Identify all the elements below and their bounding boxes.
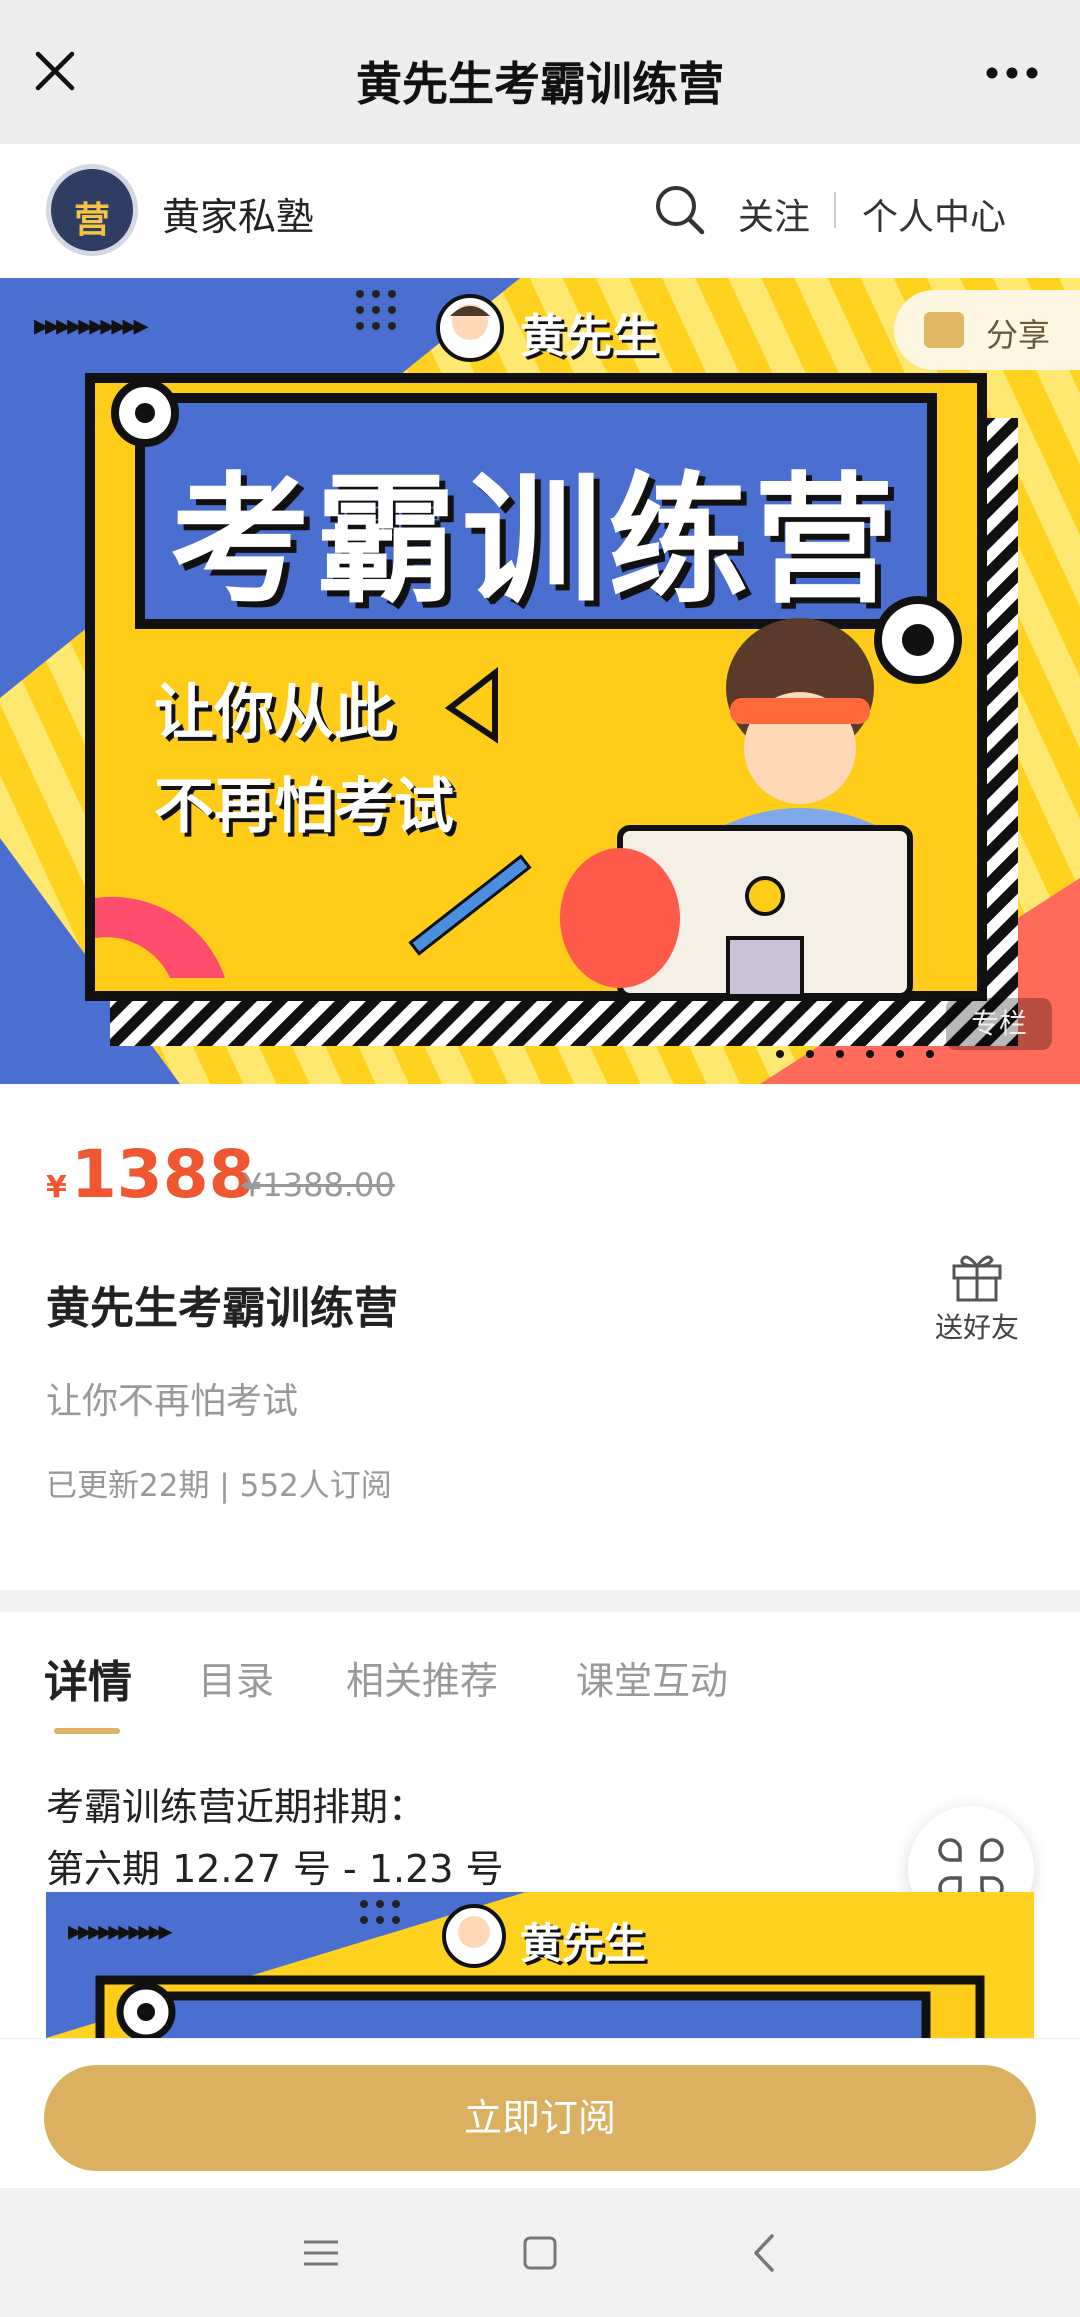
banner-presenter: 黄先生 [520,309,658,363]
banner-arrows: ▸▸▸▸▸▸▸▸▸▸ [34,308,149,343]
currency-symbol: ¥ [46,1170,67,1205]
active-tab-indicator [54,1728,120,1734]
original-price: ¥1388.00 [242,1166,395,1204]
shop-logo[interactable]: 营 [46,164,138,256]
follow-button[interactable]: 关注 [738,188,810,240]
share-label: 分享 [986,316,1051,354]
detail-banner-arrows: ▸▸▸▸▸▸▸▸▸▸ [68,1914,173,1947]
price-value: 1388 [70,1136,255,1213]
share-button[interactable]: 分享 [894,290,1080,370]
home-icon[interactable] [515,2228,565,2278]
detail-banner-image: ▸▸▸▸▸▸▸▸▸▸ 黄先生 [46,1892,1034,2038]
detail-text-line1: 考霸训练营近期排期： [46,1785,427,1829]
gift-label: 送好友 [934,1311,1019,1344]
column-tag: 专栏 [946,998,1052,1050]
gift-to-friend-button[interactable]: 送好友 [922,1250,1032,1350]
product-subtitle: 让你不再怕考试 [46,1381,299,1422]
gift-icon [952,1255,1002,1302]
subscribe-bar: 立即订阅 [0,2038,1080,2188]
section-divider [0,1590,1080,1612]
menu-icon[interactable] [296,2228,346,2278]
price: ¥1388 [46,1136,255,1213]
tab-catalog[interactable]: 目录 [198,1650,274,1705]
personal-center-link[interactable]: 个人中心 [862,188,1006,240]
shop-header: 营 黄家私塾 关注 个人中心 [0,144,1080,278]
shop-name[interactable]: 黄家私塾 [162,186,314,241]
tab-details[interactable]: 详情 [44,1646,132,1710]
back-icon[interactable] [740,2228,790,2278]
detail-text-line2: 第六期 12.27 号 - 1.23 号 [46,1847,504,1891]
page-title: 黄先生考霸训练营 [356,57,724,111]
more-options-icon[interactable] [982,58,1042,88]
divider [834,192,836,228]
tab-bar: 详情 目录 相关推荐 课堂互动 [0,1612,1080,1734]
banner-slogan-line2: 不再怕考试 [154,772,454,842]
share-icon [924,312,964,348]
system-nav-bar [0,2188,1080,2317]
tab-interaction[interactable]: 课堂互动 [576,1650,728,1705]
subscribe-button[interactable]: 立即订阅 [44,2065,1036,2171]
search-icon[interactable] [652,182,708,238]
tab-recommendations[interactable]: 相关推荐 [346,1650,498,1705]
banner-headline: 考霸训练营 [170,460,901,623]
product-meta: 已更新22期 | 552人订阅 [46,1468,392,1504]
product-title: 黄先生考霸训练营 [46,1283,398,1334]
detail-banner-presenter: 黄先生 [520,1919,647,1968]
banner-slogan-line1: 让你从此 [154,678,394,748]
shop-logo-text: 营 [73,200,110,241]
title-bar: 黄先生考霸训练营 [0,0,1080,144]
course-banner: ▸▸▸▸▸▸▸▸▸▸ 黄先生 考霸训练营 让你从此 不再怕考试 分享 专栏 [0,278,1080,1084]
